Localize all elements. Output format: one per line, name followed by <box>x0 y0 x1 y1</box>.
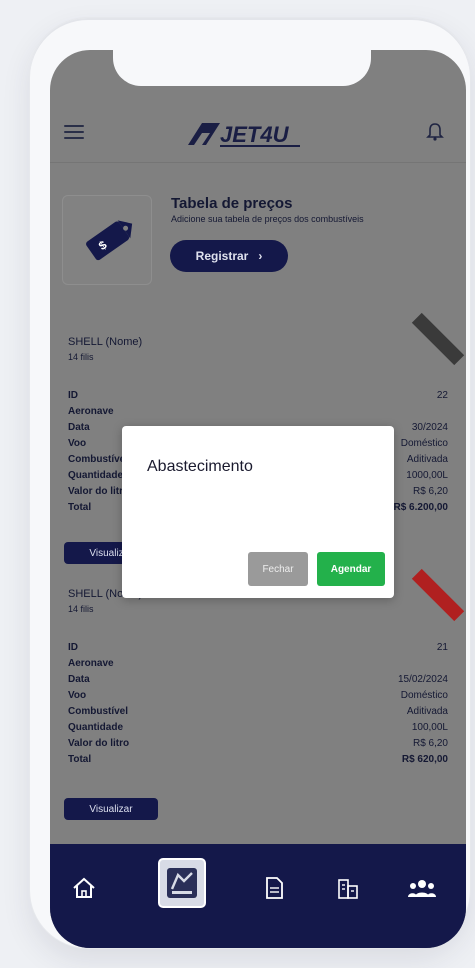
status-ribbon <box>411 568 465 622</box>
register-label: Registrar <box>195 249 249 263</box>
logo: JET4U <box>180 117 340 153</box>
bottom-nav <box>50 844 466 948</box>
home-icon[interactable] <box>62 866 106 910</box>
record-row: Voo Doméstico <box>68 690 448 701</box>
header-divider <box>50 162 466 163</box>
users-icon[interactable] <box>400 866 444 910</box>
record-name: SHELL (Nome) <box>68 336 143 348</box>
record-row: ID 21 <box>68 642 448 653</box>
record-row: Aeronave <box>68 406 114 417</box>
schedule-button[interactable]: Agendar <box>317 552 385 586</box>
buildings-icon[interactable] <box>326 866 370 910</box>
phone-notch <box>113 50 371 86</box>
record-row: Combustível Aditivada <box>68 706 448 717</box>
record-row: ID 22 <box>68 390 448 401</box>
record-sub: 14 filis <box>68 352 94 362</box>
fuel-icon[interactable] <box>158 858 206 908</box>
modal-title: Abastecimento <box>147 458 253 475</box>
status-ribbon <box>411 312 465 366</box>
price-tag-card: $ <box>62 195 152 285</box>
close-button[interactable]: Fechar <box>248 552 308 586</box>
record-row: Quantidade 100,00L <box>68 722 448 733</box>
price-tag-icon: $ <box>86 220 133 261</box>
logo-mark: JET4U <box>188 122 300 147</box>
logo-text: JET4U <box>220 122 290 147</box>
record-row: Data 15/02/2024 <box>68 674 448 685</box>
record-row-total: Total R$ 620,00 <box>68 754 448 765</box>
app-screen: JET4U $ Tabela de preços Adicione sua ta… <box>50 50 466 948</box>
bell-icon[interactable] <box>426 122 444 142</box>
register-button[interactable]: Registrar › <box>170 240 288 272</box>
document-icon[interactable] <box>252 866 296 910</box>
record-sub: 14 filis <box>68 604 94 614</box>
view-button[interactable]: Visualizar <box>64 798 158 820</box>
record-row: Valor do litro R$ 6,20 <box>68 738 448 749</box>
fueling-modal: Abastecimento Fechar Agendar <box>122 426 394 598</box>
chevron-right-icon: › <box>258 249 263 263</box>
price-table-subtitle: Adicione sua tabela de preços dos combus… <box>171 214 364 224</box>
menu-icon[interactable] <box>64 125 84 139</box>
price-table-title: Tabela de preços <box>171 195 293 212</box>
record-row: Aeronave <box>68 658 114 669</box>
